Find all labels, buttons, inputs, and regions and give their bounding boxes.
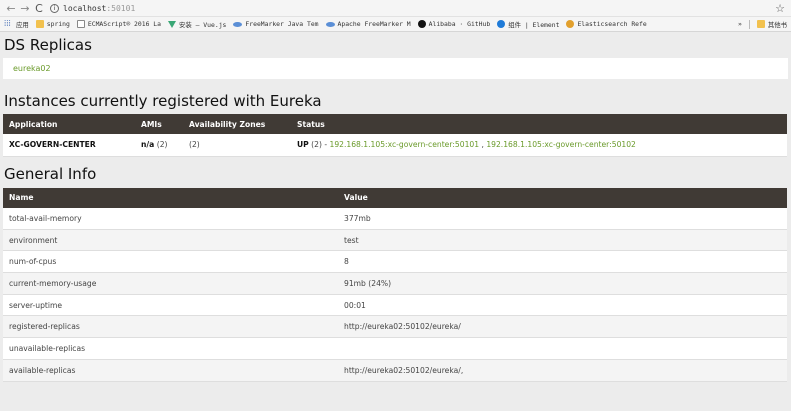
instances-heading: Instances currently registered with Eure… <box>4 92 322 110</box>
url-input[interactable]: i localhost:50101 <box>50 1 775 15</box>
instance-link-50102[interactable]: 192.168.1.105:xc-govern-center:50102 <box>486 140 636 149</box>
col-status: Status <box>297 119 325 129</box>
page-content: DS Replicas eureka02 Instances currently… <box>0 32 791 382</box>
bookmark-spring[interactable]: spring <box>35 20 70 28</box>
info-name: available-replicas <box>9 365 76 375</box>
folder-icon <box>35 20 44 28</box>
more-bookmarks-button[interactable]: » <box>738 20 742 28</box>
bookmarks-bar: ⁞⁞⁞ 应用 spring ECMAScript® 2016 La 安装 — Vu… <box>0 17 791 32</box>
col-application: Application <box>9 119 58 129</box>
instance-application: XC-GOVERN-CENTER <box>9 140 96 150</box>
bookmark-divider <box>748 19 750 29</box>
url-host: localhost <box>63 3 107 13</box>
replica-link[interactable]: eureka02 <box>13 64 51 73</box>
info-icon[interactable]: i <box>50 3 59 13</box>
bookmark-apache-freemarker[interactable]: Apache FreeMarker M <box>325 20 411 28</box>
col-value: Value <box>344 193 368 202</box>
info-name: server-uptime <box>9 300 63 310</box>
instances-table: Application AMIs Availability Zones Stat… <box>3 114 787 157</box>
bookmark-vue[interactable]: 安装 — Vue.js <box>167 20 226 29</box>
info-value <box>338 338 787 360</box>
freemarker-icon <box>233 21 243 27</box>
forward-icon[interactable]: → <box>18 0 32 17</box>
general-info-table: Name Value total-avail-memory 377mb envir… <box>3 187 787 382</box>
page-icon <box>76 20 85 28</box>
col-zones: Availability Zones <box>189 119 266 129</box>
bookmark-freemarker-java[interactable]: FreeMarker Java Tem <box>233 20 319 28</box>
table-row: total-avail-memory 377mb <box>3 207 787 230</box>
instance-link-50101[interactable]: 192.168.1.105:xc-govern-center:50101 <box>329 140 479 149</box>
elasticsearch-icon <box>566 20 575 28</box>
vue-icon <box>167 20 176 28</box>
ds-replicas-heading: DS Replicas <box>4 36 92 54</box>
github-icon <box>417 20 426 28</box>
bookmark-apps[interactable]: ⁞⁞⁞ 应用 <box>4 20 29 29</box>
info-value: test <box>344 235 359 245</box>
table-row: current-memory-usage 91mb (24%) <box>3 272 787 295</box>
info-name: registered-replicas <box>9 322 80 332</box>
freemarker-icon <box>325 21 335 27</box>
bookmark-alibaba-github[interactable]: Alibaba · GitHub <box>417 20 490 28</box>
info-value: http://eureka02:50102/eureka/, <box>344 365 464 375</box>
address-bar: ← → C i localhost:50101 ☆ <box>0 0 791 17</box>
info-value: 377mb <box>344 213 371 223</box>
instances-header-row: Application AMIs Availability Zones Stat… <box>3 114 787 134</box>
col-name: Name <box>9 193 34 202</box>
table-row: num-of-cpus 8 <box>3 250 787 273</box>
url-port: :50101 <box>106 3 136 13</box>
col-amis: AMIs <box>141 119 162 129</box>
folder-icon <box>756 20 765 28</box>
info-name: environment <box>9 235 58 245</box>
table-row: available-replicas http://eureka02:50102/… <box>3 359 787 381</box>
info-name: unavailable-replicas <box>9 343 86 353</box>
info-value: 91mb (24%) <box>344 278 392 288</box>
bookmark-elasticsearch[interactable]: Elasticsearch Refe <box>566 20 647 28</box>
back-icon[interactable]: ← <box>4 0 18 17</box>
instance-amis: n/a (2) <box>141 140 168 150</box>
table-row: server-uptime 00:01 <box>3 294 787 316</box>
bookmark-ecmascript[interactable]: ECMAScript® 2016 La <box>76 20 161 28</box>
ds-replicas-list: eureka02 <box>3 58 788 79</box>
info-value: 00:01 <box>344 300 366 310</box>
table-row: unavailable-replicas <box>3 337 787 360</box>
table-row: registered-replicas http://eureka02:50102… <box>3 315 787 338</box>
info-name: num-of-cpus <box>9 257 57 267</box>
instance-status: UP (2) - 192.168.1.105:xc-govern-center:… <box>297 140 636 150</box>
element-icon <box>497 20 506 28</box>
bookmark-star-icon[interactable]: ☆ <box>775 2 785 15</box>
instance-zones: (2) <box>189 140 200 150</box>
info-value: 8 <box>344 257 349 267</box>
bookmark-element[interactable]: 组件 | Element <box>497 20 559 29</box>
info-value: http://eureka02:50102/eureka/ <box>344 322 461 332</box>
apps-icon: ⁞⁞⁞ <box>4 19 11 28</box>
table-row: environment test <box>3 229 787 251</box>
info-name: current-memory-usage <box>9 278 97 288</box>
info-name: total-avail-memory <box>9 213 82 223</box>
reload-icon[interactable]: C <box>32 0 46 17</box>
general-info-header-row: Name Value <box>3 187 787 208</box>
general-info-heading: General Info <box>4 164 97 183</box>
other-bookmarks-folder[interactable]: 其他书 <box>756 20 787 29</box>
table-row: XC-GOVERN-CENTER n/a (2) (2) UP (2) - 19… <box>3 134 787 156</box>
